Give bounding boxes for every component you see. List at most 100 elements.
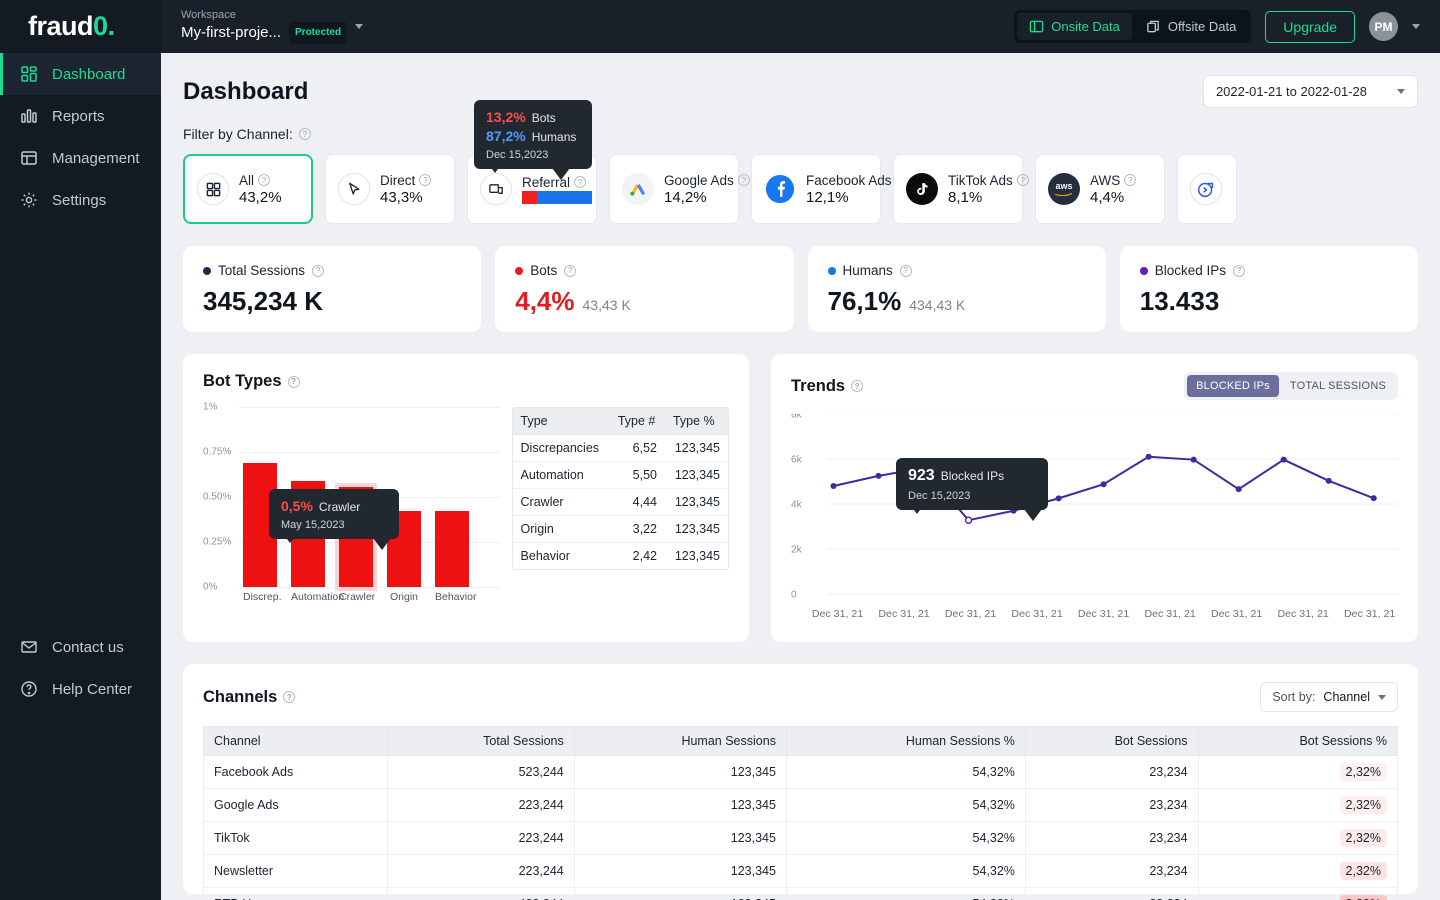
data-point[interactable] [830, 483, 836, 489]
channel-name: AWS [1090, 173, 1120, 188]
data-point[interactable] [1101, 481, 1107, 487]
charts-row: Bot Types ? 0%0.25%0.50%0.75%1% Discrep.… [183, 354, 1418, 642]
column-header[interactable]: Bot Sessions [1025, 727, 1198, 756]
kpi-value: 13.433 [1140, 286, 1220, 317]
sidebar-item-management[interactable]: Management [0, 137, 161, 179]
account-chevron-down-icon[interactable] [1412, 24, 1420, 29]
table-cell: 23,234 [1025, 756, 1198, 789]
panel-title: Channels [203, 688, 277, 707]
sidebar: fraud0. Dashboard Reports [0, 0, 161, 900]
table-cell: 423,244 [388, 888, 575, 900]
x-axis-tick: Dec 31, 21 [1078, 608, 1129, 620]
data-point[interactable] [1236, 486, 1242, 492]
offsite-data-tab[interactable]: Offsite Data [1134, 13, 1248, 40]
avatar[interactable]: PM [1369, 12, 1398, 41]
trends-panel: Trends ? BLOCKED IPs TOTAL SESSIONS 02k4… [771, 354, 1418, 642]
column-header[interactable]: Type [513, 408, 610, 435]
data-point[interactable] [1371, 495, 1377, 501]
help-icon[interactable]: ? [564, 265, 576, 277]
table-row: Facebook Ads523,244123,34554,32%23,2342,… [204, 756, 1398, 789]
page-title: Dashboard [183, 78, 308, 106]
help-icon[interactable]: ? [574, 176, 586, 188]
help-icon[interactable]: ? [900, 265, 912, 277]
column-header[interactable]: Total Sessions [388, 727, 575, 756]
help-icon[interactable]: ? [851, 380, 863, 392]
help-icon[interactable]: ? [312, 265, 324, 277]
logo-accent: 0 [93, 11, 108, 42]
channel-card-aws[interactable]: aws AWS? 4,4% [1035, 154, 1165, 224]
column-header[interactable]: Type % [665, 408, 728, 435]
table-cell: 2,32% [1198, 888, 1397, 900]
topbar: Workspace My-first-proje... Protected On… [161, 0, 1440, 53]
table-cell: 123,345 [665, 462, 728, 489]
data-point[interactable] [1326, 478, 1332, 484]
tab-blocked-ips[interactable]: BLOCKED IPs [1187, 375, 1279, 397]
sort-by-dropdown[interactable]: Sort by: Channel [1260, 682, 1398, 712]
help-icon[interactable]: ? [288, 376, 300, 388]
data-point[interactable] [1281, 457, 1287, 463]
y-axis-tick: 1% [203, 402, 217, 413]
help-icon[interactable]: ? [1233, 265, 1245, 277]
y-axis-tick: 0.25% [203, 537, 231, 548]
data-point[interactable] [1146, 454, 1152, 460]
table-cell: 223,244 [388, 822, 575, 855]
channel-card-google-ads[interactable]: Google Ads? 14,2% [609, 154, 739, 224]
column-header[interactable]: Channel [204, 727, 388, 756]
tooltip-humans-value: 87,2% [486, 128, 526, 144]
kpi-label: Blocked IPs [1155, 263, 1226, 278]
status-badge: 2,32% [1340, 829, 1387, 847]
channel-card-facebook-ads[interactable]: Facebook Ads? 12,1% [751, 154, 881, 224]
help-icon[interactable]: ? [299, 128, 311, 140]
workspace-selector[interactable]: Workspace My-first-proje... Protected [181, 9, 363, 44]
channel-card-all[interactable]: All? 43,2% [183, 154, 313, 224]
channel-name: Facebook Ads [806, 173, 892, 188]
sidebar-item-dashboard[interactable]: Dashboard [0, 53, 161, 95]
onsite-data-tab[interactable]: Onsite Data [1017, 13, 1132, 40]
date-range-picker[interactable]: 2022-01-21 to 2022-01-28 [1203, 75, 1418, 108]
y-axis-tick: 6k [791, 455, 803, 466]
tab-total-sessions[interactable]: TOTAL SESSIONS [1281, 375, 1395, 397]
help-icon[interactable]: ? [283, 691, 295, 703]
trends-title-row: Trends ? [791, 377, 863, 396]
bar[interactable] [435, 511, 469, 587]
table-row: Crawler4,44123,345 [513, 489, 728, 516]
data-point[interactable] [1056, 495, 1062, 501]
column-header[interactable]: Bot Sessions % [1198, 727, 1397, 756]
channel-card-tiktok-ads[interactable]: TikTok Ads? 8,1% [893, 154, 1023, 224]
table-cell: 123,345 [665, 435, 728, 462]
bot-types-tooltip: 0,5%Crawler May 15,2023 [269, 489, 399, 539]
data-point[interactable] [1191, 457, 1197, 463]
sort-by-value: Channel [1323, 690, 1370, 704]
x-axis-tick: Discrep. [243, 591, 277, 603]
tooltip-label: Crawler [319, 500, 360, 514]
table-cell: 4,44 [610, 489, 665, 516]
sidebar-item-settings[interactable]: Settings [0, 179, 161, 221]
app-logo[interactable]: fraud0. [0, 0, 161, 53]
facebook-icon [764, 173, 796, 205]
column-header[interactable]: Human Sessions [574, 727, 786, 756]
column-header[interactable]: Type # [610, 408, 665, 435]
chevron-down-icon[interactable] [355, 24, 363, 29]
help-icon[interactable]: ? [1017, 174, 1029, 186]
sidebar-item-reports[interactable]: Reports [0, 95, 161, 137]
help-icon[interactable]: ? [419, 174, 431, 186]
channel-card-direct[interactable]: Direct? 43,3% [325, 154, 455, 224]
help-icon[interactable]: ? [258, 174, 270, 186]
upgrade-button[interactable]: Upgrade [1265, 11, 1355, 43]
sidebar-item-help-center[interactable]: Help Center [0, 668, 161, 710]
bot-portion [522, 191, 537, 204]
table-cell: 123,345 [665, 516, 728, 543]
channel-scroll-next-button[interactable] [1177, 154, 1237, 224]
status-badge: 2,32% [1340, 763, 1387, 781]
help-icon[interactable]: ? [1124, 174, 1136, 186]
table-cell: 2,32% [1198, 756, 1397, 789]
help-icon[interactable]: ? [738, 174, 750, 186]
sidebar-item-contact-us[interactable]: Contact us [0, 626, 161, 668]
data-point[interactable] [966, 517, 972, 523]
data-point[interactable] [875, 473, 881, 479]
cursor-icon [338, 173, 370, 205]
status-dot [515, 267, 523, 275]
channel-value: 14,2% [664, 189, 750, 206]
table-cell: 523,244 [388, 756, 575, 789]
column-header[interactable]: Human Sessions % [786, 727, 1025, 756]
